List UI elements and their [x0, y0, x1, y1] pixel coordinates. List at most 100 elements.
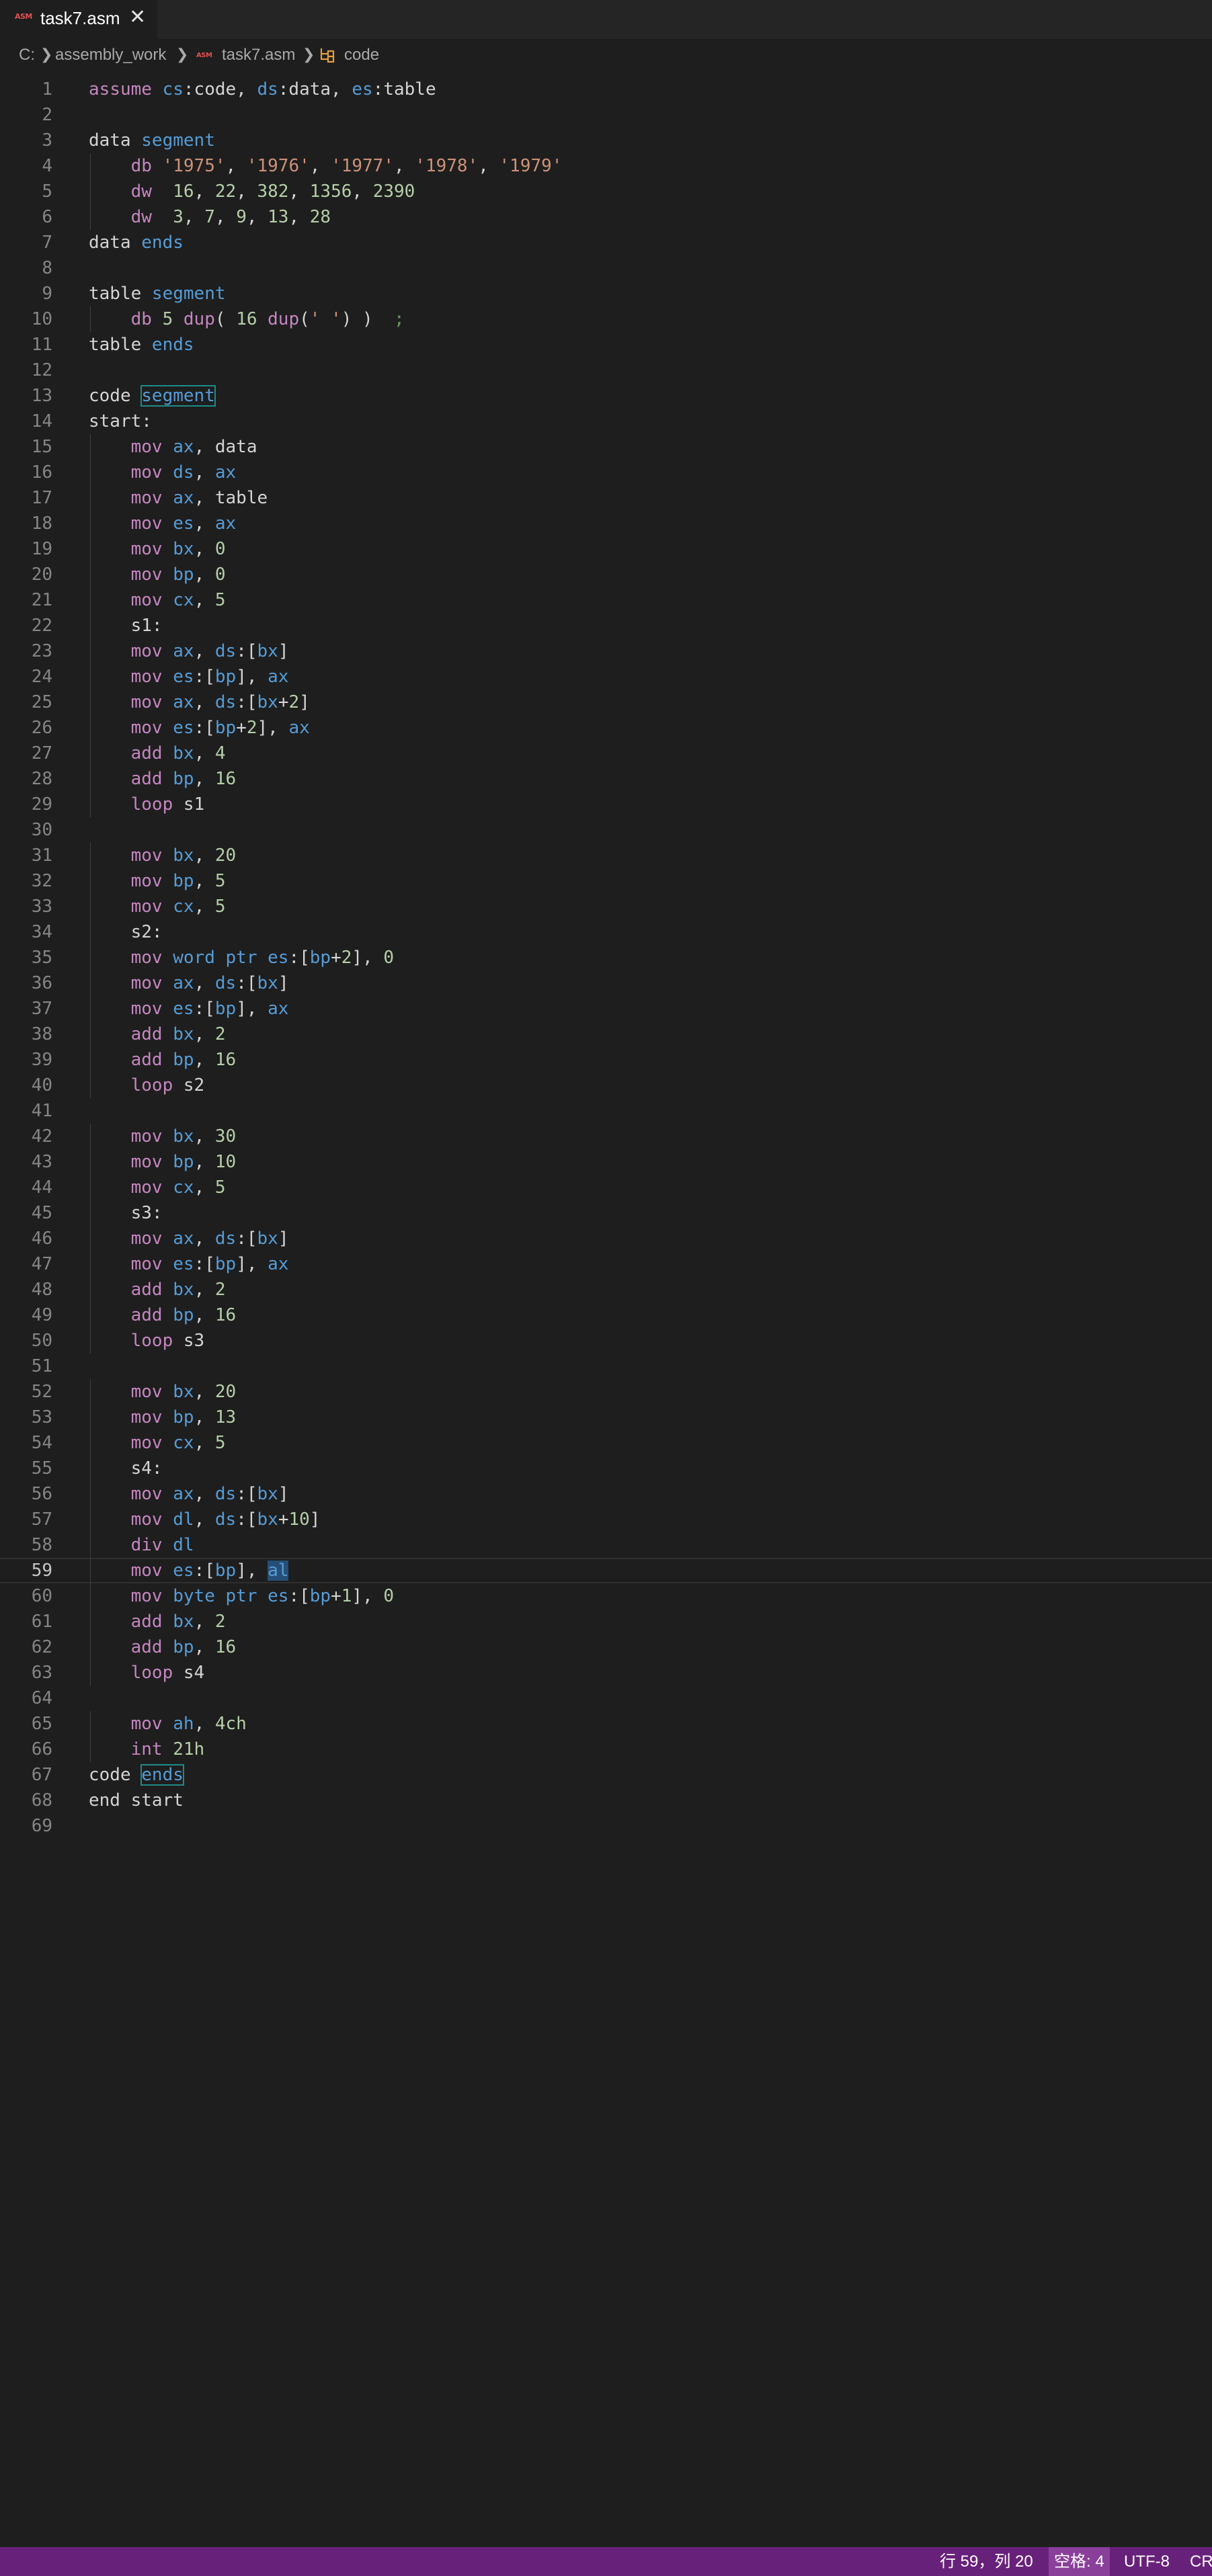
code-text[interactable]: add bx, 4 — [89, 741, 226, 766]
code-text[interactable]: loop s4 — [89, 1660, 205, 1686]
code-line[interactable]: 21 mov cx, 5 — [0, 587, 1212, 613]
breadcrumb-folder[interactable]: assembly_work — [55, 46, 166, 65]
code-text[interactable]: mov es:[bp+2], ax — [89, 715, 310, 741]
code-text[interactable]: mov ax, table — [89, 485, 268, 511]
code-text[interactable]: s4: — [89, 1456, 163, 1481]
code-text[interactable]: dw 3, 7, 9, 13, 28 — [89, 204, 331, 230]
code-text[interactable]: mov bx, 20 — [89, 843, 237, 868]
code-line[interactable]: 24 mov es:[bp], ax — [0, 664, 1212, 690]
code-text[interactable]: mov ax, data — [89, 434, 257, 460]
code-line[interactable]: 28 add bp, 16 — [0, 766, 1212, 792]
code-text[interactable]: db 5 dup( 16 dup(' ') ) ; — [89, 306, 405, 332]
code-line[interactable]: 3 data segment — [0, 128, 1212, 153]
code-text[interactable]: add bx, 2 — [89, 1277, 226, 1302]
code-text[interactable]: mov ax, ds:[bx] — [89, 970, 289, 996]
code-text[interactable]: mov ds, ax — [89, 460, 237, 485]
code-text[interactable]: mov es:[bp], ax — [89, 1251, 289, 1277]
code-text[interactable]: mov bp, 0 — [89, 562, 226, 587]
code-line[interactable]: 52 mov bx, 20 — [0, 1379, 1212, 1405]
code-text[interactable]: mov dl, ds:[bx+10] — [89, 1507, 321, 1532]
code-text[interactable]: loop s3 — [89, 1328, 205, 1354]
code-text[interactable]: mov bx, 0 — [89, 536, 226, 562]
code-text[interactable]: loop s1 — [89, 792, 205, 817]
code-text[interactable]: mov cx, 5 — [89, 1430, 226, 1456]
code-text[interactable]: add bp, 16 — [89, 1634, 237, 1660]
code-text[interactable]: int 21h — [89, 1737, 205, 1762]
code-line[interactable]: 49 add bp, 16 — [0, 1302, 1212, 1328]
code-line[interactable]: 15 mov ax, data — [0, 434, 1212, 460]
code-line[interactable]: 62 add bp, 16 — [0, 1634, 1212, 1660]
breadcrumb-drive[interactable]: C: — [19, 46, 35, 65]
code-line[interactable]: 20 mov bp, 0 — [0, 562, 1212, 587]
code-line[interactable]: 8 — [0, 255, 1212, 281]
code-text[interactable]: mov ax, ds:[bx] — [89, 1226, 289, 1251]
code-line[interactable]: 42 mov bx, 30 — [0, 1124, 1212, 1149]
code-line[interactable]: 54 mov cx, 5 — [0, 1430, 1212, 1456]
indentation-setting[interactable]: 空格: 4 — [1049, 2547, 1110, 2576]
code-text[interactable]: mov bp, 5 — [89, 868, 226, 894]
code-line[interactable]: 31 mov bx, 20 — [0, 843, 1212, 868]
code-text[interactable]: table ends — [89, 332, 194, 358]
code-line[interactable]: 55 s4: — [0, 1456, 1212, 1481]
code-line[interactable]: 40 loop s2 — [0, 1073, 1212, 1098]
eol-setting[interactable]: CRLF — [1184, 2547, 1212, 2576]
code-line[interactable]: 56 mov ax, ds:[bx] — [0, 1481, 1212, 1507]
code-line[interactable]: 41 — [0, 1098, 1212, 1124]
code-text[interactable]: add bx, 2 — [89, 1609, 226, 1634]
code-line[interactable]: 2 — [0, 102, 1212, 128]
code-line[interactable]: 33 mov cx, 5 — [0, 894, 1212, 919]
code-editor[interactable]: 1 assume cs:code, ds:data, es:table 2 3 data… — [0, 73, 1212, 2546]
code-line[interactable]: 17 mov ax, table — [0, 485, 1212, 511]
code-line[interactable]: 34 s2: — [0, 919, 1212, 945]
code-text[interactable]: mov cx, 5 — [89, 1175, 226, 1200]
breadcrumb-symbol[interactable]: code — [344, 46, 379, 65]
encoding-setting[interactable]: UTF-8 — [1119, 2547, 1175, 2576]
code-text[interactable]: mov es, ax — [89, 511, 237, 536]
code-text[interactable]: mov es:[bp], ax — [89, 664, 289, 690]
code-line[interactable]: 57 mov dl, ds:[bx+10] — [0, 1507, 1212, 1532]
code-line[interactable]: 6 dw 3, 7, 9, 13, 28 — [0, 204, 1212, 230]
code-line[interactable]: 11 table ends — [0, 332, 1212, 358]
code-text[interactable]: s3: — [89, 1200, 163, 1226]
code-text[interactable]: add bp, 16 — [89, 1302, 237, 1328]
cursor-position[interactable]: 行 59，列 20 — [934, 2547, 1039, 2576]
code-line[interactable]: 22 s1: — [0, 613, 1212, 638]
code-text[interactable]: div dl — [89, 1532, 194, 1558]
code-text[interactable]: mov ax, ds:[bx] — [89, 638, 289, 664]
code-line[interactable]: 35 mov word ptr es:[bp+2], 0 — [0, 945, 1212, 970]
code-text[interactable]: mov cx, 5 — [89, 894, 226, 919]
code-text[interactable]: add bp, 16 — [89, 1047, 237, 1073]
code-line[interactable]: 9 table segment — [0, 281, 1212, 306]
code-line[interactable]: 51 — [0, 1354, 1212, 1379]
code-line[interactable]: 37 mov es:[bp], ax — [0, 996, 1212, 1022]
code-line[interactable]: 60 mov byte ptr es:[bp+1], 0 — [0, 1583, 1212, 1609]
code-line[interactable]: 7 data ends — [0, 230, 1212, 255]
code-line[interactable]: 65 mov ah, 4ch — [0, 1711, 1212, 1737]
code-line[interactable]: 18 mov es, ax — [0, 511, 1212, 536]
code-text[interactable]: data ends — [89, 230, 184, 255]
code-line[interactable]: 47 mov es:[bp], ax — [0, 1251, 1212, 1277]
code-line[interactable]: 12 — [0, 358, 1212, 383]
code-line[interactable]: 66 int 21h — [0, 1737, 1212, 1762]
code-text[interactable]: mov bx, 20 — [89, 1379, 237, 1405]
code-line[interactable]: 48 add bx, 2 — [0, 1277, 1212, 1302]
code-text[interactable]: mov ax, ds:[bx+2] — [89, 690, 310, 715]
code-text[interactable]: db '1975', '1976', '1977', '1978', '1979… — [89, 153, 563, 179]
code-text[interactable]: add bp, 16 — [89, 766, 237, 792]
code-line[interactable]: 1 assume cs:code, ds:data, es:table — [0, 77, 1212, 102]
code-line[interactable]: 32 mov bp, 5 — [0, 868, 1212, 894]
code-line[interactable]: 14 start: — [0, 409, 1212, 434]
close-icon[interactable]: ✕ — [129, 5, 146, 29]
code-text[interactable]: mov es:[bp], al — [89, 1559, 289, 1582]
code-line[interactable]: 23 mov ax, ds:[bx] — [0, 638, 1212, 664]
code-line[interactable]: 43 mov bp, 10 — [0, 1149, 1212, 1175]
code-text[interactable]: mov ax, ds:[bx] — [89, 1481, 289, 1507]
code-text[interactable]: mov bp, 10 — [89, 1149, 237, 1175]
code-text[interactable]: loop s2 — [89, 1073, 205, 1098]
code-text[interactable]: s2: — [89, 919, 163, 945]
code-text[interactable]: data segment — [89, 128, 215, 153]
code-text[interactable]: mov bp, 13 — [89, 1405, 237, 1430]
code-line[interactable]: 58 div dl — [0, 1532, 1212, 1558]
code-text[interactable]: code segment — [89, 383, 216, 409]
code-text[interactable]: table segment — [89, 281, 226, 306]
